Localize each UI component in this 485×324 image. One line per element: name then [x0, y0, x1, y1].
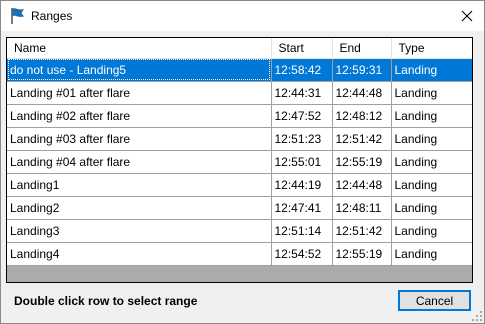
- table-row[interactable]: Landing1 12:44:19 12:44:48 Landing: [7, 173, 472, 197]
- cell-type[interactable]: Landing: [391, 104, 472, 128]
- cell-start[interactable]: 12:44:31: [271, 81, 333, 105]
- cell-type[interactable]: Landing: [391, 127, 472, 151]
- cell-name[interactable]: do not use - Landing5: [7, 58, 272, 82]
- table-row[interactable]: Landing #03 after flare 12:51:23 12:51:4…: [7, 127, 472, 151]
- table-row[interactable]: Landing3 12:51:14 12:51:42 Landing: [7, 219, 472, 243]
- cell-type[interactable]: Landing: [391, 173, 472, 197]
- column-header-start[interactable]: Start: [271, 38, 333, 59]
- cell-start[interactable]: 12:58:42: [271, 58, 333, 82]
- cell-name[interactable]: Landing4: [7, 242, 272, 266]
- cell-start[interactable]: 12:51:23: [271, 127, 333, 151]
- cell-name[interactable]: Landing #02 after flare: [7, 104, 272, 128]
- close-icon[interactable]: [455, 5, 479, 27]
- cell-type[interactable]: Landing: [391, 58, 472, 82]
- cell-end[interactable]: 12:44:48: [332, 81, 392, 105]
- cell-end[interactable]: 12:48:12: [332, 104, 392, 128]
- cell-end[interactable]: 12:51:42: [332, 127, 392, 151]
- cell-start[interactable]: 12:47:52: [271, 104, 333, 128]
- cell-start[interactable]: 12:54:52: [271, 242, 333, 266]
- table-row[interactable]: do not use - Landing5 12:58:42 12:59:31 …: [7, 58, 472, 82]
- window-title: Ranges: [31, 9, 73, 23]
- cell-type[interactable]: Landing: [391, 242, 472, 266]
- header-row: Name Start End Type: [7, 38, 472, 59]
- table-row[interactable]: Landing #02 after flare 12:47:52 12:48:1…: [7, 104, 472, 128]
- flag-icon: [11, 8, 24, 24]
- cell-type[interactable]: Landing: [391, 150, 472, 174]
- table-row[interactable]: Landing2 12:47:41 12:48:11 Landing: [7, 196, 472, 220]
- cell-type[interactable]: Landing: [391, 219, 472, 243]
- cell-name[interactable]: Landing #01 after flare: [7, 81, 272, 105]
- title-bar[interactable]: Ranges: [1, 1, 484, 31]
- cell-type[interactable]: Landing: [391, 196, 472, 220]
- cell-name[interactable]: Landing3: [7, 219, 272, 243]
- cell-name[interactable]: Landing2: [7, 196, 272, 220]
- column-header-name[interactable]: Name: [7, 38, 272, 59]
- cell-start[interactable]: 12:55:01: [271, 150, 333, 174]
- cell-end[interactable]: 12:44:48: [332, 173, 392, 197]
- table-row[interactable]: Landing4 12:54:52 12:55:19 Landing: [7, 242, 472, 266]
- cell-start[interactable]: 12:47:41: [271, 196, 333, 220]
- ranges-table: Name Start End Type do not use - Landing…: [7, 38, 472, 266]
- cell-name[interactable]: Landing #03 after flare: [7, 127, 272, 151]
- cell-start[interactable]: 12:51:14: [271, 219, 333, 243]
- column-header-type[interactable]: Type: [391, 38, 472, 59]
- instruction-text: Double click row to select range: [14, 294, 198, 308]
- cell-end[interactable]: 12:51:42: [332, 219, 392, 243]
- cell-end[interactable]: 12:59:31: [332, 58, 392, 82]
- cell-type[interactable]: Landing: [391, 81, 472, 105]
- cancel-button[interactable]: Cancel: [398, 290, 471, 311]
- cell-name[interactable]: Landing1: [7, 173, 272, 197]
- table-row[interactable]: Landing #04 after flare 12:55:01 12:55:1…: [7, 150, 472, 174]
- resize-grip-icon[interactable]: [471, 310, 483, 322]
- cell-end[interactable]: 12:48:11: [332, 196, 392, 220]
- column-header-end[interactable]: End: [332, 38, 392, 59]
- cell-name[interactable]: Landing #04 after flare: [7, 150, 272, 174]
- ranges-grid[interactable]: Name Start End Type do not use - Landing…: [6, 37, 473, 283]
- cell-end[interactable]: 12:55:19: [332, 242, 392, 266]
- table-row[interactable]: Landing #01 after flare 12:44:31 12:44:4…: [7, 81, 472, 105]
- cell-end[interactable]: 12:55:19: [332, 150, 392, 174]
- ranges-dialog: Ranges Name Start End Type do not use - …: [0, 0, 485, 324]
- cell-start[interactable]: 12:44:19: [271, 173, 333, 197]
